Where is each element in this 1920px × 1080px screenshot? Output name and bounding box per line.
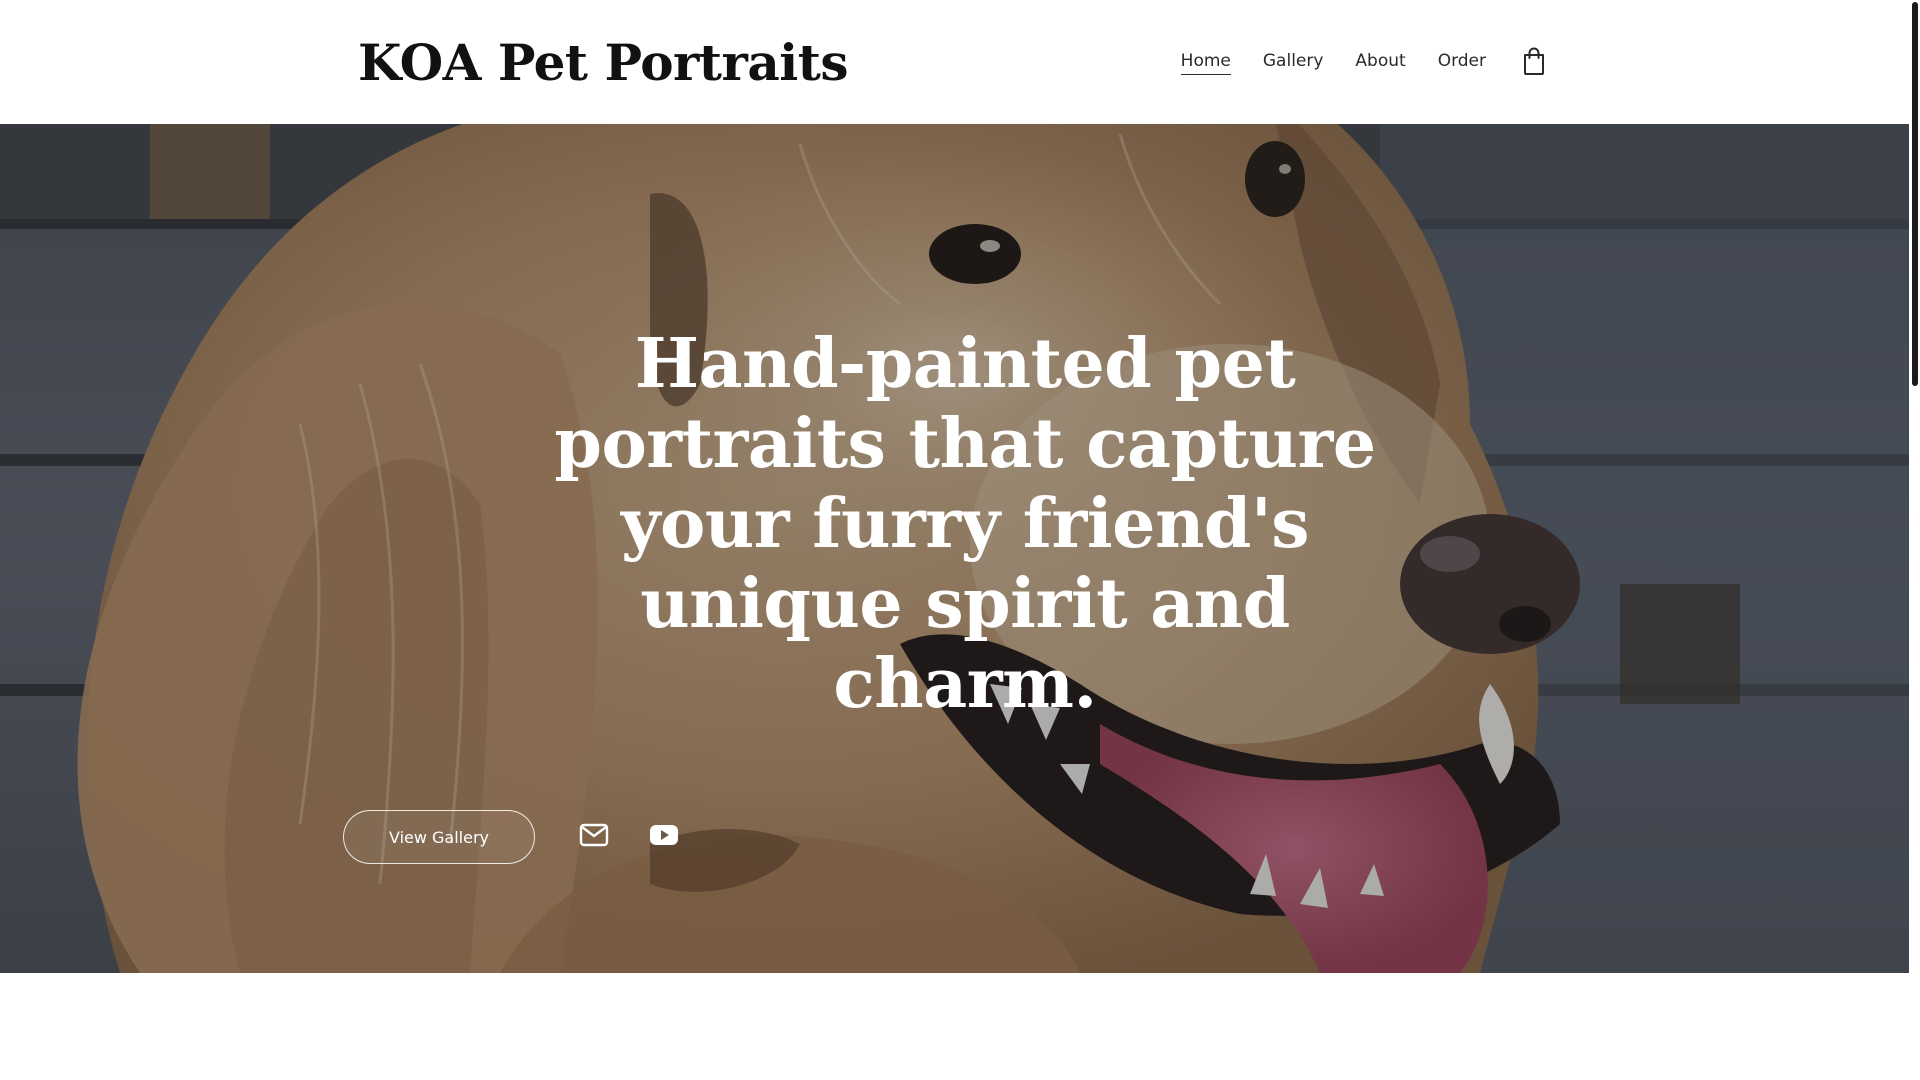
email-icon[interactable]: [579, 823, 609, 852]
nav-about[interactable]: About: [1355, 46, 1405, 76]
page-scrollbar[interactable]: [1909, 0, 1920, 1080]
nav-home[interactable]: Home: [1180, 48, 1231, 75]
nav-gallery[interactable]: Gallery: [1263, 46, 1324, 76]
main-nav: Home Gallery About Order: [1180, 46, 1548, 76]
view-gallery-button[interactable]: View Gallery: [343, 810, 535, 864]
scrollbar-thumb[interactable]: [1912, 2, 1918, 386]
nav-order[interactable]: Order: [1438, 46, 1486, 76]
hero-actions: View Gallery: [343, 810, 679, 864]
hero-headline: Hand-painted pet portraits that capture …: [554, 324, 1376, 724]
page: KOA Pet Portraits Home Gallery About Ord…: [0, 0, 1920, 1080]
shopping-bag-icon[interactable]: [1520, 46, 1548, 76]
site-title[interactable]: KOA Pet Portraits: [358, 28, 848, 98]
youtube-icon[interactable]: [649, 824, 679, 851]
site-header: KOA Pet Portraits Home Gallery About Ord…: [0, 0, 1909, 124]
hero-section: Hand-painted pet portraits that capture …: [0, 124, 1909, 973]
